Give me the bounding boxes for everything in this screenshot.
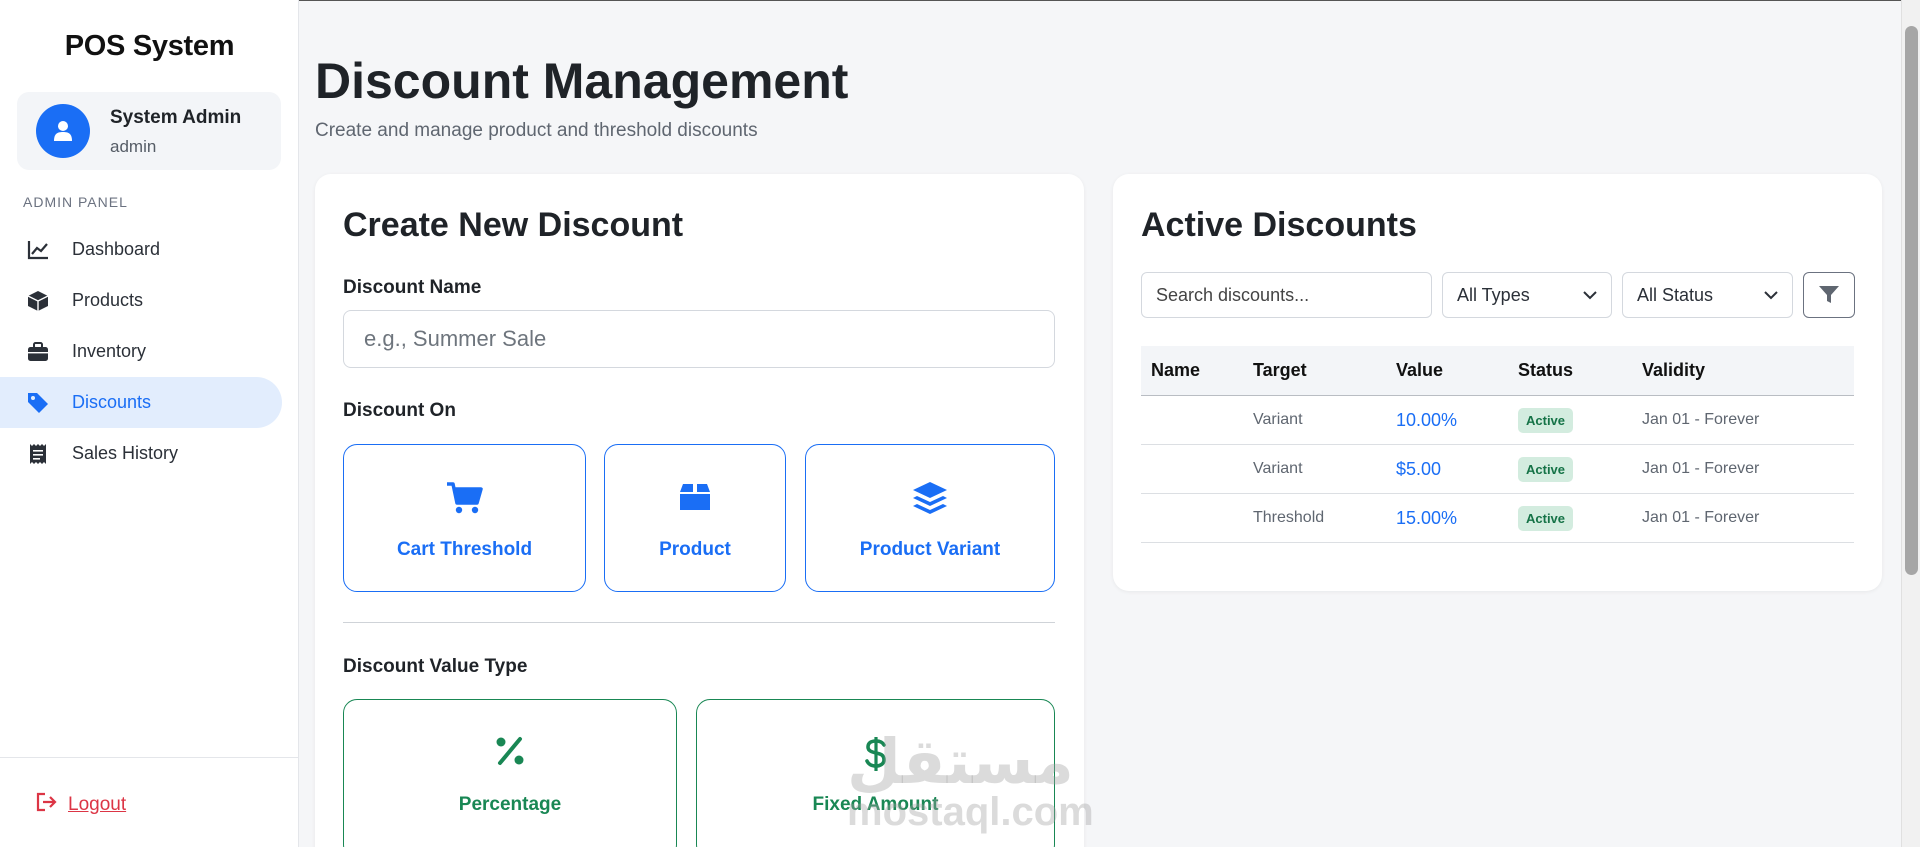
- option-label: Percentage: [458, 794, 562, 815]
- active-discounts-title: Active Discounts: [1141, 206, 1417, 244]
- brand-title: POS System: [64, 30, 235, 62]
- status-badge: Active: [1518, 407, 1574, 433]
- option-cart-threshold[interactable]: Cart Threshold: [343, 444, 586, 592]
- section-label: ADMIN PANEL: [23, 194, 128, 210]
- cell-validity: Jan 01 - Forever: [1642, 411, 1760, 428]
- user-icon: [54, 121, 72, 141]
- status-filter-select[interactable]: All Status: [1622, 272, 1793, 318]
- user-role: admin: [110, 137, 157, 156]
- table-row[interactable]: Variant $5.00 Active Jan 01 - Forever: [1141, 445, 1854, 494]
- cell-value: 10.00%: [1396, 409, 1458, 430]
- table-row[interactable]: Threshold 15.00% Active Jan 01 - Forever: [1141, 494, 1854, 543]
- filter-icon: [1819, 286, 1839, 303]
- column-header: Status: [1518, 360, 1574, 380]
- receipt-icon: [26, 442, 50, 466]
- cell-target: Variant: [1253, 460, 1303, 477]
- column-header: Target: [1253, 360, 1307, 380]
- avatar: [36, 104, 90, 158]
- status-badge: Active: [1518, 505, 1574, 531]
- discount-name-label: Discount Name: [343, 277, 482, 298]
- tag-icon: [26, 391, 50, 415]
- sidebar-item-label: Sales History: [72, 443, 179, 463]
- option-label: Product: [659, 539, 731, 560]
- discounts-table: Name Target Value Status Validity Varian…: [1141, 346, 1854, 543]
- form-divider: [343, 622, 1055, 623]
- sidebar-item-inventory[interactable]: Inventory: [0, 326, 282, 377]
- column-header: Value: [1396, 360, 1444, 380]
- layers-icon: [913, 482, 947, 514]
- cell-target: Threshold: [1253, 509, 1325, 526]
- sidebar-nav: Dashboard Products Inventory Discounts S…: [0, 224, 282, 479]
- status-filter-value: All Status: [1637, 284, 1714, 305]
- page-subtitle: Create and manage product and threshold …: [315, 120, 758, 141]
- logout-button[interactable]: Logout: [36, 792, 126, 817]
- sidebar-item-discounts[interactable]: Discounts: [0, 377, 282, 428]
- logout-label: Logout: [68, 793, 127, 815]
- cell-target: Variant: [1253, 411, 1303, 428]
- sidebar-item-label: Inventory: [72, 341, 147, 361]
- active-discounts-card: Active Discounts All Types All Status Na…: [1113, 174, 1882, 591]
- briefcase-icon: [26, 340, 50, 364]
- search-input[interactable]: [1141, 272, 1432, 318]
- box-icon: [680, 484, 710, 510]
- watermark-latin: mostaql.com: [847, 790, 1094, 834]
- user-name: System Admin: [110, 107, 242, 128]
- option-percentage[interactable]: Percentage: [343, 699, 677, 847]
- value-type-label: Discount Value Type: [343, 656, 528, 677]
- logout-icon: [36, 792, 58, 817]
- chevron-down-icon: [1583, 290, 1597, 299]
- filter-button[interactable]: [1803, 272, 1855, 318]
- discount-on-label: Discount On: [343, 400, 456, 421]
- box-icon: [26, 289, 50, 313]
- user-card: System Admin admin: [17, 92, 281, 170]
- sidebar-item-sales-history[interactable]: Sales History: [0, 428, 282, 479]
- sidebar-item-label: Discounts: [72, 392, 152, 412]
- column-header: Validity: [1642, 360, 1706, 380]
- cell-value: 15.00%: [1396, 507, 1458, 528]
- sidebar-item-label: Products: [72, 290, 144, 310]
- option-label: Cart Threshold: [396, 539, 533, 560]
- sidebar-item-dashboard[interactable]: Dashboard: [0, 224, 282, 275]
- chart-line-icon: [26, 238, 50, 262]
- percent-icon: [496, 737, 524, 765]
- cart-icon: [446, 482, 483, 514]
- sidebar-item-products[interactable]: Products: [0, 275, 282, 326]
- discount-name-input[interactable]: [343, 310, 1055, 368]
- page-title: Discount Management: [315, 53, 849, 109]
- table-header: Name Target Value Status Validity: [1141, 346, 1854, 396]
- option-product-variant[interactable]: Product Variant: [805, 444, 1055, 592]
- scrollbar-thumb[interactable]: [1905, 26, 1918, 575]
- chevron-down-icon: [1764, 290, 1778, 299]
- table-row[interactable]: Variant 10.00% Active Jan 01 - Forever: [1141, 396, 1854, 445]
- status-badge: Active: [1518, 456, 1574, 482]
- cell-value: $5.00: [1396, 458, 1442, 479]
- sidebar-divider: [0, 757, 299, 758]
- cell-validity: Jan 01 - Forever: [1642, 509, 1760, 526]
- option-product[interactable]: Product: [604, 444, 786, 592]
- watermark-arabic: مستقل: [847, 725, 1074, 798]
- type-filter-value: All Types: [1457, 284, 1530, 305]
- sidebar-item-label: Dashboard: [72, 239, 161, 259]
- sidebar: POS System System Admin admin ADMIN PANE…: [0, 0, 299, 847]
- scrollbar[interactable]: [1901, 0, 1920, 847]
- cell-validity: Jan 01 - Forever: [1642, 460, 1760, 477]
- type-filter-select[interactable]: All Types: [1442, 272, 1612, 318]
- column-header: Name: [1151, 360, 1201, 380]
- create-discount-title: Create New Discount: [343, 206, 684, 244]
- option-label: Product Variant: [859, 539, 1001, 560]
